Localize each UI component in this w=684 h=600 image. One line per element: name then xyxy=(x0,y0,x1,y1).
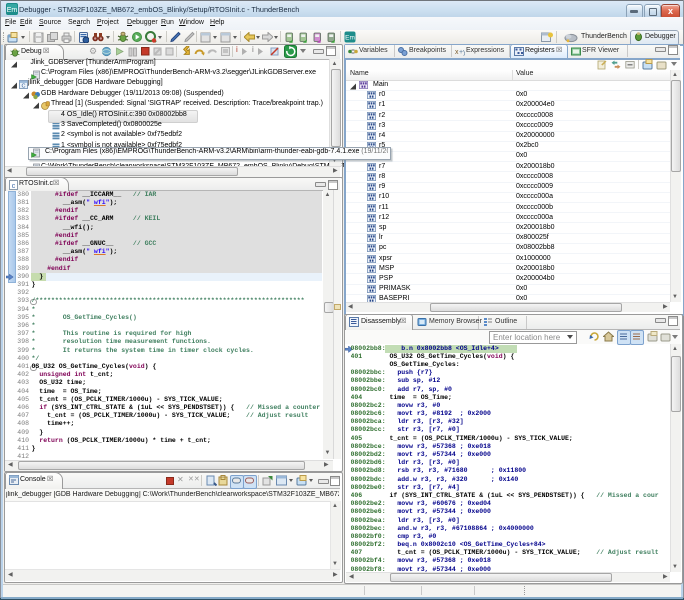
svg-text:+y: +y xyxy=(459,49,465,56)
svg-text:C: C xyxy=(22,84,26,90)
svg-text:Em: Em xyxy=(7,7,18,14)
svg-text:Em: Em xyxy=(345,35,355,42)
svg-text:c: c xyxy=(12,183,16,190)
